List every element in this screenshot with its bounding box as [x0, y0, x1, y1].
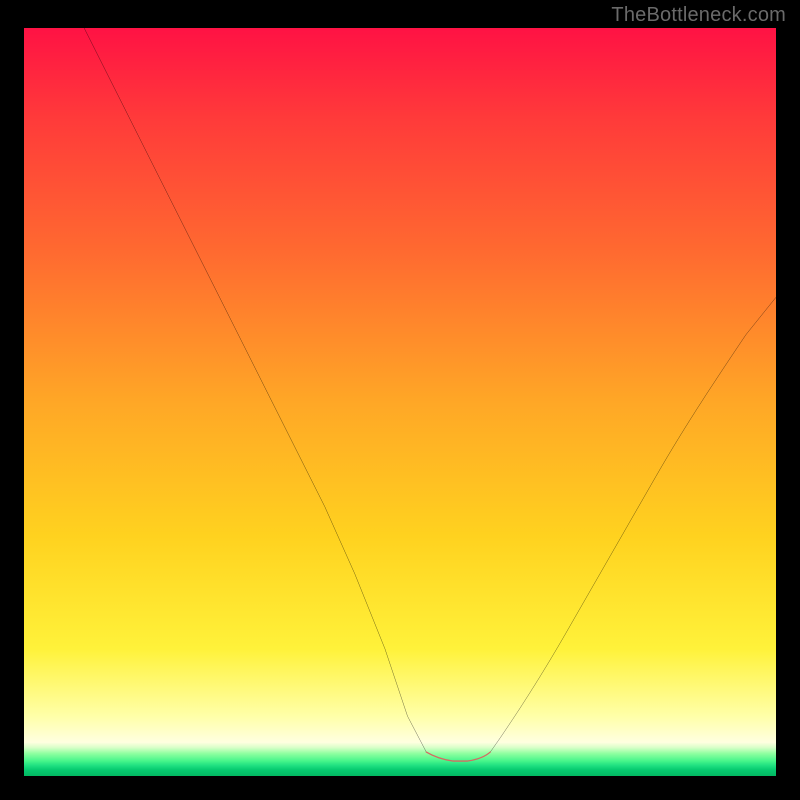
curve-layer [24, 28, 776, 776]
plot-area [24, 28, 776, 776]
curve-right-branch [490, 297, 776, 752]
branding-watermark: TheBottleneck.com [611, 4, 786, 27]
chart-frame: TheBottleneck.com [0, 0, 800, 800]
curve-valley-floor [426, 752, 490, 761]
curve-left-branch [84, 28, 426, 752]
